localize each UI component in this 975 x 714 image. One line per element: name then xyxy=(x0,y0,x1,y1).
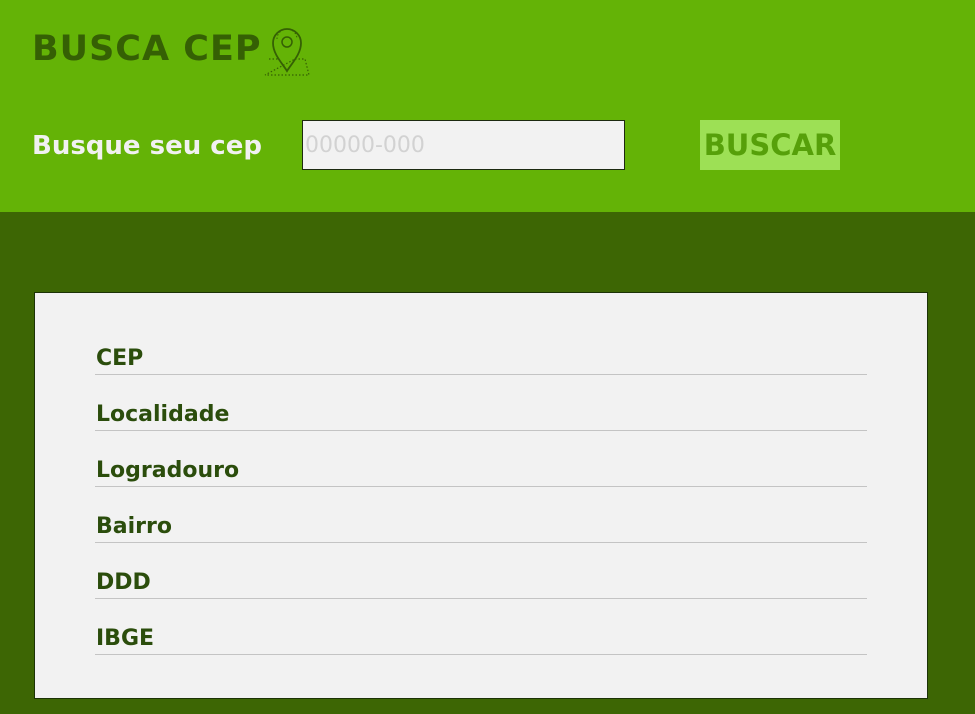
location-pin-icon xyxy=(261,25,313,77)
field-label: Localidade xyxy=(96,402,230,427)
field-label: Logradouro xyxy=(96,458,240,483)
field-label: Bairro xyxy=(96,514,172,539)
cep-input[interactable] xyxy=(302,120,625,170)
field-label: IBGE xyxy=(96,626,155,651)
search-label: Busque seu cep xyxy=(32,131,262,161)
field-bairro: Bairro xyxy=(95,513,867,543)
field-cep: CEP xyxy=(95,345,867,375)
field-label: CEP xyxy=(96,346,144,371)
brand: BUSCA CEP xyxy=(32,26,310,76)
field-ddd: DDD xyxy=(95,569,867,599)
field-localidade: Localidade xyxy=(95,401,867,431)
field-ibge: IBGE xyxy=(95,625,867,655)
app-title: BUSCA CEP xyxy=(32,29,262,69)
field-logradouro: Logradouro xyxy=(95,457,867,487)
search-button[interactable]: BUSCAR xyxy=(700,120,840,170)
result-card: CEP Localidade Logradouro Bairro DDD IBG… xyxy=(34,292,928,699)
field-label: DDD xyxy=(96,570,151,595)
header: BUSCA CEP Busque seu cep BUSCAR xyxy=(0,0,975,212)
